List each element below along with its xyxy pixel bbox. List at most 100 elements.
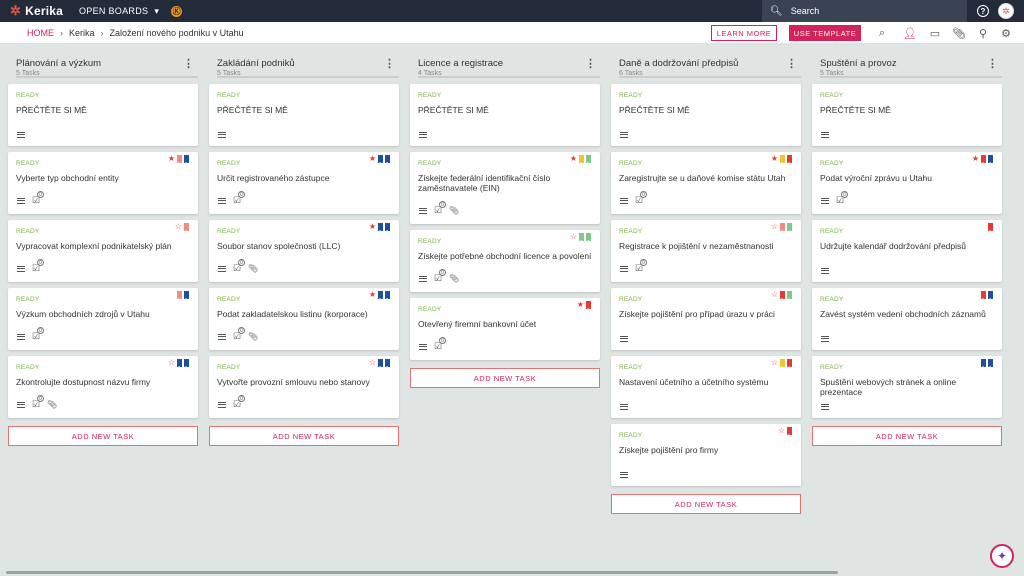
card-status: READY [619, 160, 643, 167]
task-card[interactable]: ★ READY Zaregistrujte se u daňové komise s… [611, 152, 801, 214]
task-card[interactable]: ★ READY Vyberte typ obchodní entity ☑ 0 [8, 152, 198, 214]
task-card[interactable]: ★ READY Určit registrovaného zástupce ☑ 0 [209, 152, 399, 214]
breadcrumb-workspace[interactable]: Kerika [69, 28, 95, 38]
card-footer: ☑ 0 [419, 337, 446, 352]
card-flags [981, 359, 993, 368]
search-input[interactable]: 🔍︎ Search [762, 0, 967, 22]
board-account-icon[interactable]: Ⓚ [171, 5, 183, 17]
column-menu-icon[interactable]: ⋮ [786, 57, 797, 70]
star-filled-icon[interactable]: ★ [771, 155, 778, 163]
task-card[interactable]: READY Výzkum obchodních zdrojů v Utahu ☑ 0 [8, 288, 198, 350]
tag-bookmark-icon [988, 291, 993, 300]
avatar[interactable]: ✲ [998, 3, 1014, 19]
task-card[interactable]: ☆ READY Získejte pojištění pro firmy [611, 424, 801, 486]
task-card[interactable]: ☆ READY Zkontrolujte dostupnost názvu firm… [8, 356, 198, 418]
search-board-icon[interactable]: ⌕ [875, 26, 889, 40]
task-card[interactable]: ★ READY Podat zakladatelskou listinu (korp… [209, 288, 399, 350]
tag-bookmark-icon [787, 291, 792, 300]
card-footer: ☑ 0 [620, 259, 647, 274]
task-card[interactable]: READY PŘEČTĚTE SI MĚ [209, 84, 399, 146]
task-card[interactable]: ☆ READY Nastavení účetního a účetního syst… [611, 356, 801, 418]
checklist-icon: ☑ 0 [836, 191, 848, 206]
kerika-logo[interactable]: ✲ Kerika [10, 3, 63, 19]
star-filled-icon[interactable]: ★ [972, 155, 979, 163]
star-filled-icon[interactable]: ★ [570, 155, 577, 163]
attachment-icon[interactable]: 📎︎ [952, 26, 966, 40]
board-column: Plánování a výzkum 5 Tasks ⋮ READY PŘEČTĚTE … [8, 44, 198, 446]
key-icon[interactable]: ⚲ [976, 26, 990, 40]
task-card[interactable]: ★ READY Získejte federální identifikační č… [410, 152, 600, 224]
attachment-icon: 📎︎ [248, 332, 259, 341]
column-title[interactable]: Zakládání podniků [217, 58, 399, 69]
card-footer [419, 132, 427, 138]
add-new-task-button[interactable]: ADD NEW TASK [812, 426, 1002, 446]
task-card[interactable]: ☆ READY Registrace k pojištění v nezaměstn… [611, 220, 801, 282]
card-flags: ☆ [771, 223, 792, 232]
board-column: Daně a dodržování předpisů 6 Tasks ⋮ READY P… [611, 44, 801, 514]
task-card[interactable]: READY Zavést systém vedení obchodních záz… [812, 288, 1002, 350]
star-filled-icon[interactable]: ★ [369, 155, 376, 163]
task-card[interactable]: READY PŘEČTĚTE SI MĚ [611, 84, 801, 146]
add-new-task-button[interactable]: ADD NEW TASK [8, 426, 198, 446]
star-filled-icon[interactable]: ★ [577, 301, 584, 309]
column-menu-icon[interactable]: ⋮ [585, 57, 596, 70]
column-title[interactable]: Spuštění a provoz [820, 58, 1002, 69]
column-menu-icon[interactable]: ⋮ [183, 57, 194, 70]
task-card[interactable]: READY Spuštění webových stránek a online … [812, 356, 1002, 418]
description-icon [218, 333, 226, 340]
task-card[interactable]: ★ READY Otevřený firemní bankovní účet ☑ 0 [410, 298, 600, 360]
task-card[interactable]: ☆ READY Získejte potřebné obchodní licence… [410, 230, 600, 292]
add-user-icon[interactable]: 👤︎ [903, 26, 917, 40]
star-filled-icon[interactable]: ★ [369, 291, 376, 299]
attachment-icon: 📎︎ [449, 274, 460, 283]
star-outline-icon[interactable]: ☆ [570, 233, 577, 241]
star-filled-icon[interactable]: ★ [168, 155, 175, 163]
open-boards-menu[interactable]: OPEN BOARDS ▾ [79, 6, 159, 17]
star-outline-icon[interactable]: ☆ [771, 359, 778, 367]
settings-gear-icon[interactable]: ⚙ [999, 26, 1013, 40]
task-card[interactable]: READY PŘEČTĚTE SI MĚ [410, 84, 600, 146]
checklist-icon: ☑ 0 [32, 327, 44, 342]
star-outline-icon[interactable]: ☆ [369, 359, 376, 367]
search-icon: 🔍︎ [770, 5, 783, 17]
horizontal-scrollbar[interactable] [6, 571, 838, 574]
task-card[interactable]: ☆ READY Získejte pojištění pro případ úraz… [611, 288, 801, 350]
column-menu-icon[interactable]: ⋮ [384, 57, 395, 70]
card-status: READY [217, 296, 241, 303]
ai-assistant-button[interactable]: ✦ [990, 544, 1014, 568]
column-title[interactable]: Plánování a výzkum [16, 58, 198, 69]
star-outline-icon[interactable]: ☆ [771, 223, 778, 231]
star-outline-icon[interactable]: ☆ [771, 291, 778, 299]
star-outline-icon[interactable]: ☆ [168, 359, 175, 367]
use-template-button[interactable]: USE TEMPLATE [789, 25, 861, 41]
star-outline-icon[interactable]: ☆ [778, 427, 785, 435]
task-card[interactable]: READY PŘEČTĚTE SI MĚ [812, 84, 1002, 146]
task-card[interactable]: ☆ READY Vytvořte provozní smlouvu nebo sta… [209, 356, 399, 418]
star-outline-icon[interactable]: ☆ [175, 223, 182, 231]
task-card[interactable]: READY PŘEČTĚTE SI MĚ [8, 84, 198, 146]
add-new-task-button[interactable]: ADD NEW TASK [611, 494, 801, 514]
card-title: Nastavení účetního a účetního systému [619, 377, 769, 387]
task-card[interactable]: ★ READY Soubor stanov společnosti (LLC) ☑ 0 📎… [209, 220, 399, 282]
chat-icon[interactable]: ▭ [928, 26, 942, 40]
description-icon [620, 336, 628, 342]
column-title[interactable]: Daně a dodržování předpisů [619, 58, 801, 69]
task-card[interactable]: ☆ READY Vypracovat komplexní podnikatelský… [8, 220, 198, 282]
breadcrumb-bar: HOME › Kerika › Založení nového podniku … [0, 22, 1024, 44]
task-card[interactable]: READY Udržujte kalendář dodržování předpi… [812, 220, 1002, 282]
add-new-task-button[interactable]: ADD NEW TASK [209, 426, 399, 446]
breadcrumb-home[interactable]: HOME [27, 28, 54, 38]
tag-bookmark-icon [184, 223, 189, 232]
description-icon [821, 404, 829, 410]
add-new-task-button[interactable]: ADD NEW TASK [410, 368, 600, 388]
help-icon[interactable]: ? [977, 5, 989, 17]
column-title[interactable]: Licence a registrace [418, 58, 600, 69]
star-filled-icon[interactable]: ★ [369, 223, 376, 231]
column-menu-icon[interactable]: ⋮ [987, 57, 998, 70]
task-card[interactable]: ★ READY Podat výroční zprávu u Utahu ☑ 0 [812, 152, 1002, 214]
card-flags: ★ [972, 155, 993, 164]
learn-more-button[interactable]: LEARN MORE [711, 25, 777, 41]
tag-bookmark-icon [378, 155, 383, 164]
card-footer [218, 132, 226, 138]
breadcrumb-separator-icon: › [100, 27, 104, 38]
